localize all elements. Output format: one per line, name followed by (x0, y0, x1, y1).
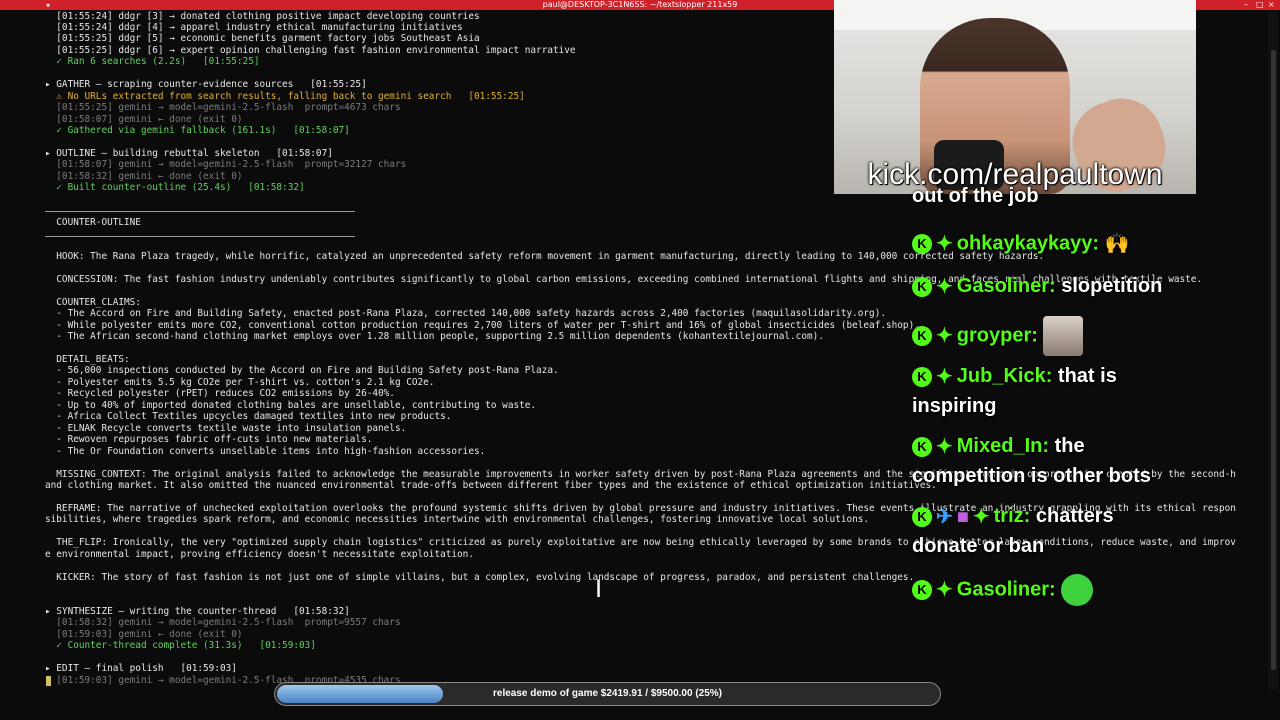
kick-badge-icon: K (912, 234, 932, 254)
chat-text: donate or ban (912, 535, 1045, 557)
scrollbar-thumb[interactable] (1271, 50, 1276, 670)
moderator-badge-icon: ✦ (936, 435, 953, 458)
terminal-line: - ELNAK Recycle converts textile waste i… (45, 422, 407, 434)
chat-message: K ✦ groyper: (912, 316, 1084, 356)
terminal-line: [01:58:32] gemini → model=gemini-2.5-fla… (45, 617, 401, 629)
donation-goal-label: release demo of game $2419.91 / $9500.00… (492, 688, 723, 699)
chat-text: that is (1057, 365, 1117, 387)
face-emote (1043, 316, 1084, 356)
terminal-line: - The Accord on Fire and Building Safety… (45, 308, 886, 320)
chat-message: K ✦ Jub_Kick: that is (912, 361, 1117, 392)
terminal-line: ✓ Ran 6 searches (2.2s) [01:55:25] (45, 56, 260, 68)
terminal-line: and clothing market. It also omitted the… (45, 479, 937, 491)
chat-text: the (1054, 435, 1085, 457)
terminal-line: - Recycled polyester (rPET) reduces CO2 … (45, 388, 395, 400)
terminal-line: [01:59:03] gemini ← done (exit 0) (45, 628, 243, 640)
terminal-line: HOOK: The Rana Plaza tragedy, while horr… (45, 250, 1045, 262)
terminal-line: KICKER: The story of fast fashion is not… (45, 571, 915, 583)
stage-header: ▸ GATHER — scraping counter-evidence sou… (45, 79, 367, 91)
kick-badge-icon: K (912, 580, 932, 600)
terminal-line: [01:58:07] gemini ← done (exit 0) (45, 113, 243, 125)
stage-header: ▸ OUTLINE — building rebuttal skeleton [… (45, 147, 333, 159)
terminal-line: ✓ Gathered via gemini fallback (161.1s) … (45, 125, 350, 136)
terminal-line: [01:55:24] ddgr [4] → apparel industry e… (45, 21, 463, 33)
terminal-line: - The African second-hand clothing marke… (45, 331, 824, 343)
terminal-line: [01:58:07] gemini → model=gemini-2.5-fla… (45, 159, 407, 171)
chat-message: K ✦ Gasoliner: (912, 574, 1094, 606)
webcam-overlay: kick.com/realpaultown (834, 0, 1196, 194)
moderator-badge-icon: ✦ (936, 365, 953, 388)
terminal-line: [01:55:25] ddgr [6] → expert opinion cha… (45, 44, 576, 56)
chat-username: Jub_Kick: (956, 365, 1053, 387)
chat-username: Gasoliner: (956, 275, 1056, 297)
stage-header: ▸ SYNTHESIZE — writing the counter-threa… (45, 605, 350, 617)
chat-text: slopetition (1061, 275, 1163, 297)
terminal-line: [01:55:24] ddgr [3] → donated clothing p… (45, 10, 480, 22)
donation-goal-bar: release demo of game $2419.91 / $9500.00… (274, 682, 941, 706)
terminal-line: - While polyester emits more CO2, conven… (45, 319, 920, 331)
terminal-line: - Up to 40% of imported donated clothing… (45, 399, 537, 411)
terminal-line: - The Or Foundation converts unsellable … (45, 445, 486, 457)
hands-emote: 🙌 (1104, 233, 1130, 255)
chat-username: Mixed_In: (956, 435, 1050, 457)
terminal-line: - Africa Collect Textiles upcycles damag… (45, 411, 452, 423)
chat-text: competition is other bots (912, 465, 1151, 487)
chat-overlay: out of the job K ✦ ohkaykaykayy: 🙌 K ✦ Gasolin… (900, 185, 1260, 615)
terminal-scrollbar[interactable] (1268, 10, 1278, 690)
chat-message: inspiring (912, 391, 996, 421)
terminal-line: e environmental impact, proving efficien… (45, 548, 474, 560)
sub-badge-icon: ✈ (936, 505, 953, 528)
chat-message: donate or ban (912, 531, 1044, 561)
stage-header: ▸ EDIT — final polish [01:59:03] (45, 663, 237, 675)
kick-badge-icon: K (912, 366, 932, 387)
moderator-badge-icon: ✦ (936, 579, 953, 601)
terminal-line: sibilities, where tragedies spark reform… (45, 514, 870, 526)
text-cursor-icon: I (595, 575, 603, 603)
chat-text: chatters (1035, 505, 1114, 527)
chat-username: groyper: (956, 324, 1038, 347)
kick-badge-icon: K (912, 506, 932, 527)
close-icon[interactable]: × (1268, 0, 1275, 10)
terminal-line: COUNTER_CLAIMS: (45, 296, 141, 308)
divider-top (45, 211, 355, 212)
chat-message: out of the job (912, 185, 1039, 211)
moderator-badge-icon: ✦ (936, 325, 953, 347)
kick-badge-icon: K (912, 326, 932, 346)
chat-username: ohkaykaykayy: (956, 232, 1100, 255)
chat-text: out of the job (912, 185, 1039, 207)
divider-bottom (45, 236, 355, 237)
terminal-line: - Polyester emits 5.5 kg CO2e per T-shir… (45, 376, 435, 388)
chat-message: K ✦ ohkaykaykayy: 🙌 (912, 226, 1141, 262)
chat-message: K ✦ Mixed_In: the (912, 431, 1085, 462)
moderator-badge-icon: ✦ (936, 275, 953, 298)
chat-message: K ✦ Gasoliner: slopetition (912, 271, 1162, 302)
moderator-badge-icon: ✦ (972, 505, 990, 528)
chat-username: Gasoliner: (956, 578, 1056, 601)
terminal-line: COUNTER-OUTLINE (45, 216, 141, 228)
terminal-line: [01:55:25] gemini → model=gemini-2.5-fla… (45, 102, 401, 114)
terminal-line: [01:58:32] gemini ← done (exit 0) (45, 170, 243, 182)
terminal-line: DETAIL_BEATS: (45, 354, 130, 365)
terminal-line: ⚠ No URLs extracted from search results,… (45, 90, 525, 102)
terminal-line: ✓ Built counter-outline (25.4s) [01:58:3… (45, 182, 305, 194)
moderator-badge-icon: ✦ (936, 233, 953, 255)
chat-username: triz: (993, 505, 1031, 527)
green-smile-emote (1061, 574, 1094, 606)
chat-text: inspiring (912, 395, 997, 417)
terminal-cursor (46, 676, 51, 686)
terminal-line: - Rewoven repurposes fabric off-cuts int… (45, 434, 373, 446)
kick-badge-icon: K (912, 276, 932, 297)
gift-badge-icon: ■ (956, 505, 969, 528)
minimize-icon[interactable]: – (1244, 0, 1248, 10)
kick-badge-icon: K (912, 436, 932, 457)
maximize-icon[interactable]: □ (1256, 0, 1264, 10)
chat-message: K ✈ ■ ✦ triz: chatters (912, 501, 1114, 532)
chat-message: competition is other bots (912, 461, 1151, 491)
terminal-line: - 56,000 inspections conducted by the Ac… (45, 365, 559, 377)
terminal-line: ✓ Counter-thread complete (31.3s) [01:59… (45, 640, 316, 652)
terminal-line: [01:55:25] ddgr [5] → economic benefits … (45, 33, 480, 45)
